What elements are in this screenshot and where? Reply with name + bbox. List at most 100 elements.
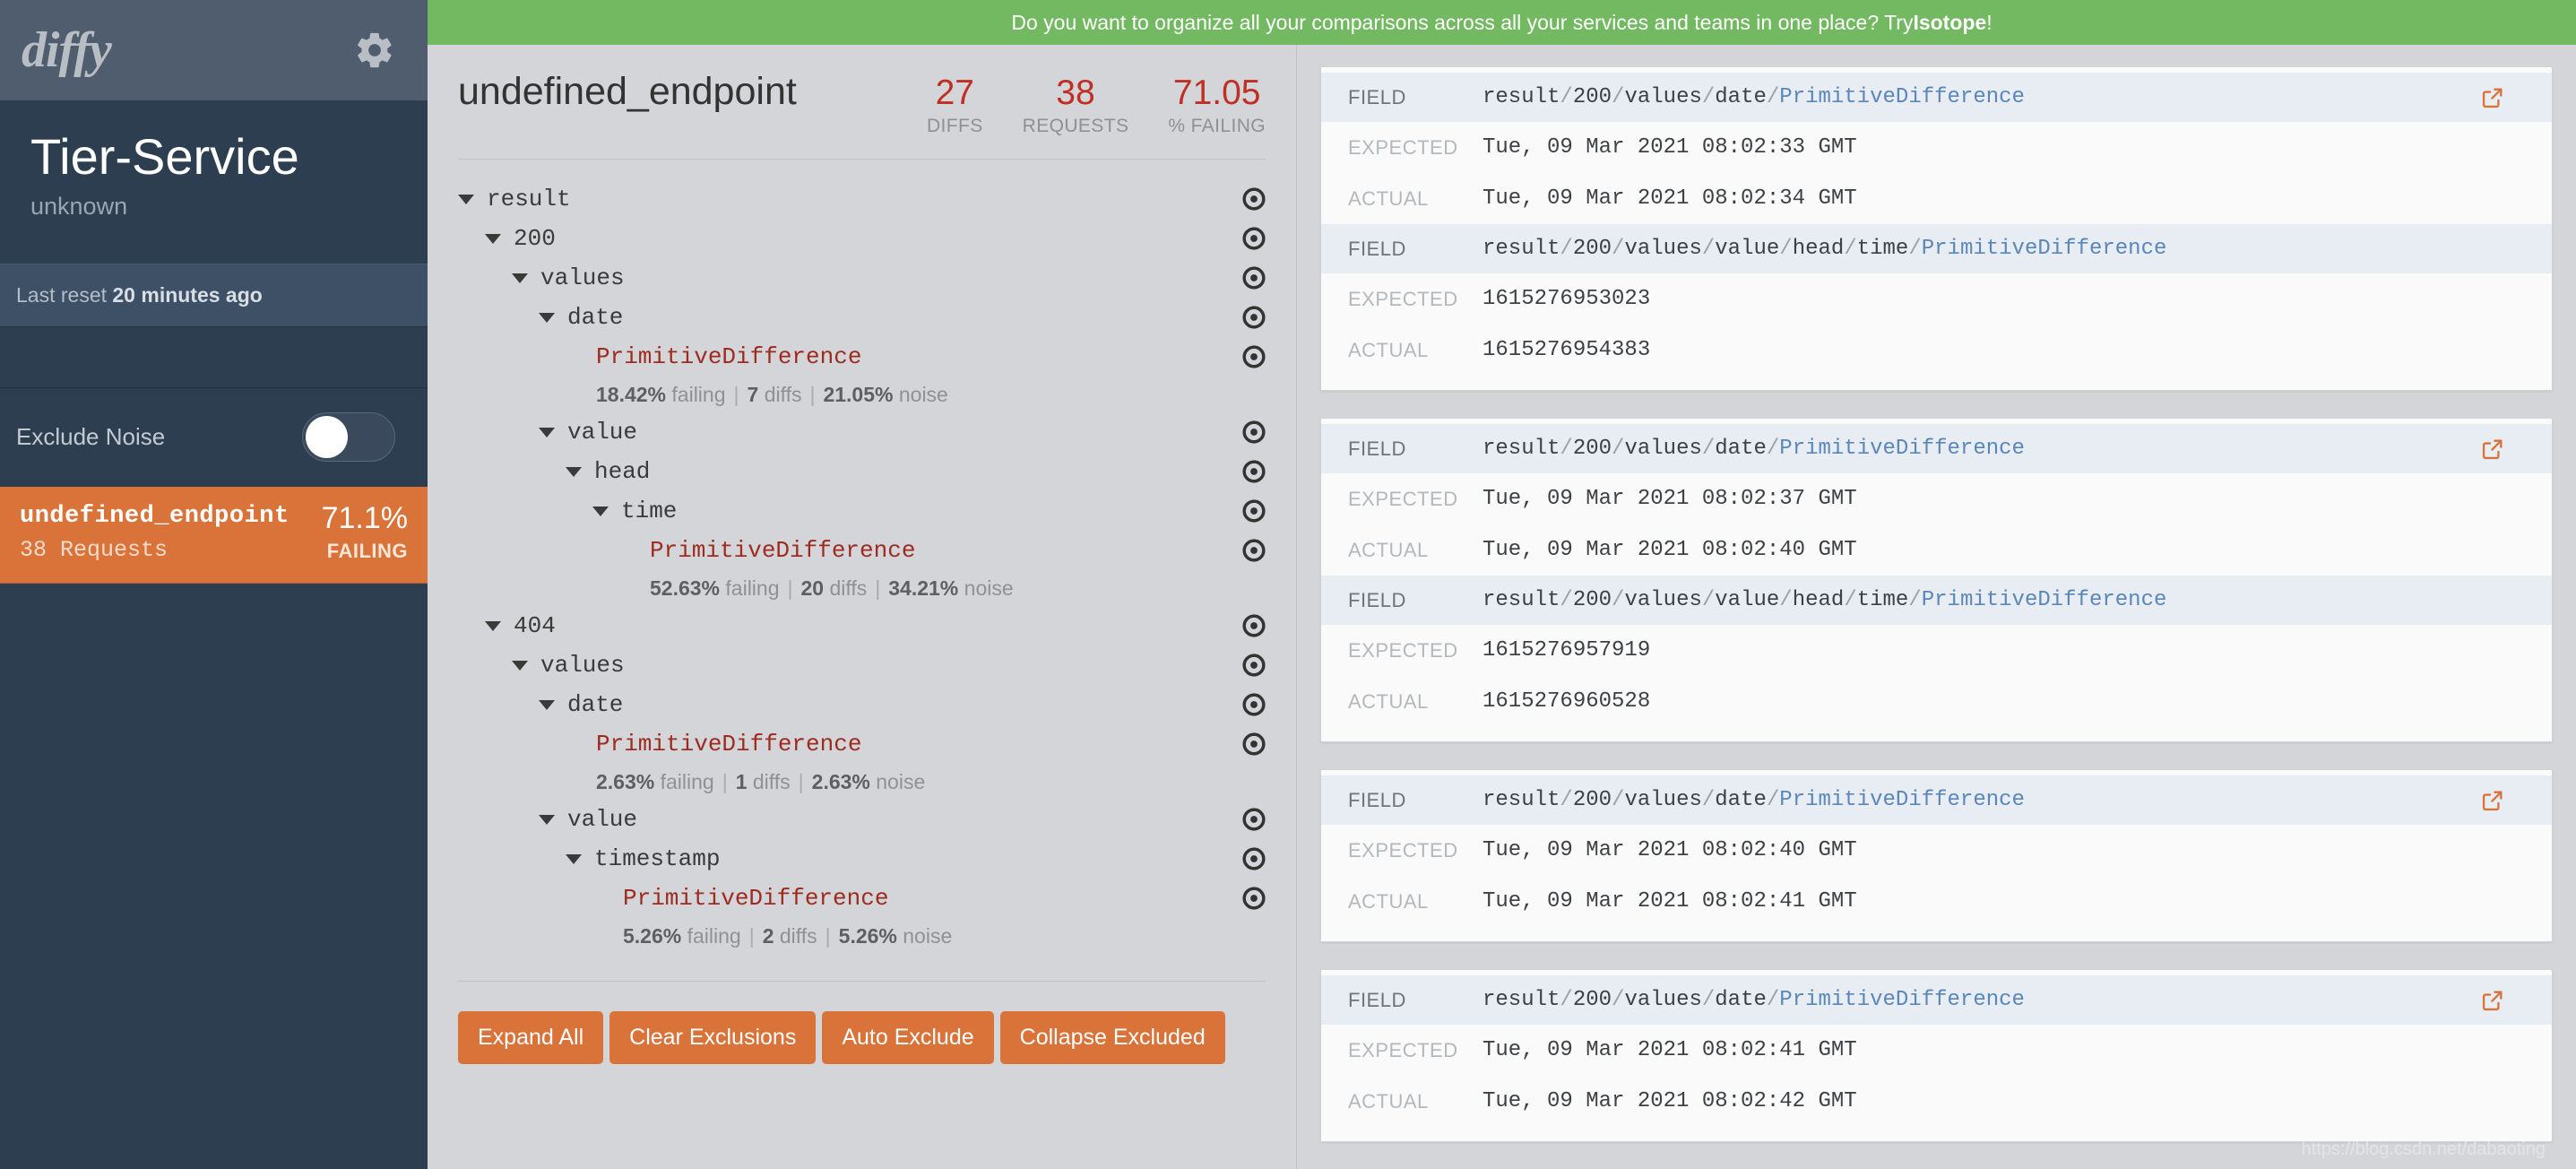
tree-node-row[interactable]: head [458,452,1266,491]
target-icon[interactable] [1242,887,1266,910]
expand-all-button[interactable]: Expand All [458,1011,604,1064]
tree-diff-row[interactable]: PrimitiveDifference [458,724,1266,764]
tree-node-label[interactable]: 200 [458,225,556,252]
tree-node-row[interactable]: values [458,645,1266,685]
tree-diff-row[interactable]: PrimitiveDifference [458,879,1266,918]
tree-node-row[interactable]: values [458,258,1266,298]
tree-node-label[interactable]: timestamp [458,845,720,872]
tree-diff-row[interactable]: PrimitiveDifference [458,337,1266,377]
target-icon[interactable] [1242,847,1266,870]
chevron-down-icon[interactable] [539,312,555,323]
diff-card[interactable]: FIELD result/200/values/date/PrimitiveDif… [1320,66,2553,391]
expected-label: EXPECTED [1348,838,1458,862]
path-separator: / [1560,988,1573,1012]
target-icon[interactable] [1242,654,1266,677]
actual-label: ACTUAL [1348,186,1429,210]
path-segment: date [1715,437,1767,461]
chevron-down-icon[interactable] [512,273,528,283]
service-block: Tier-Service unknown [0,100,428,264]
path-segment: values [1624,588,1702,612]
chevron-down-icon[interactable] [566,853,582,864]
tree-node-label[interactable]: 404 [458,612,556,639]
tree-node-text: result [487,186,571,212]
stat-failing-pct: 2.63% [596,769,655,793]
target-icon[interactable] [1242,732,1266,756]
promo-banner-text: Do you want to organize all your compari… [1011,10,1914,34]
exclude-noise-toggle[interactable] [302,412,395,463]
target-icon[interactable] [1242,227,1266,250]
diff-card[interactable]: FIELD result/200/values/date/PrimitiveDif… [1320,769,2553,942]
target-icon[interactable] [1242,187,1266,211]
stat-failing-word: failing [687,923,741,948]
chevron-down-icon[interactable] [458,194,474,204]
exclude-noise-row[interactable]: Exclude Noise [0,387,428,487]
tree-node-label[interactable]: result [458,186,571,212]
target-icon[interactable] [1242,306,1266,329]
tree-node-label[interactable]: PrimitiveDifference [458,537,915,564]
chevron-down-icon[interactable] [592,506,609,516]
target-icon[interactable] [1242,693,1266,716]
tree-node-label[interactable]: time [458,498,677,524]
target-icon[interactable] [1242,420,1266,444]
diff-actual-row: ACTUAL Tue, 09 Mar 2021 08:02:40 GMT [1321,524,2552,576]
tree-node-text: time [621,498,678,524]
tree-node-row[interactable]: 200 [458,219,1266,258]
gear-icon[interactable] [354,30,395,71]
endpoint-requests: 38 Requests [20,536,169,563]
tree-node-row[interactable]: date [458,298,1266,337]
chevron-down-icon[interactable] [566,466,582,477]
diff-card[interactable]: FIELD result/200/values/date/PrimitiveDif… [1320,418,2553,742]
tree-diff-row[interactable]: PrimitiveDifference [458,531,1266,570]
expected-label: EXPECTED [1348,487,1458,510]
tree-node-label[interactable]: values [458,264,625,291]
chevron-down-icon[interactable] [512,660,528,671]
field-path: result/200/values/date/PrimitiveDifferen… [1482,788,2025,812]
tree-node-label[interactable]: date [458,691,623,718]
tree-node-label[interactable]: date [458,304,623,331]
diff-card[interactable]: FIELD result/200/values/date/PrimitiveDif… [1320,969,2553,1142]
stat-noise-pct: 2.63% [811,769,870,793]
stats-group: 27 DIFFS 38 REQUESTS 71.05 % FAILING [927,75,1266,137]
endpoint-status: 71.1% FAILING [322,503,408,563]
chevron-down-icon[interactable] [539,699,555,710]
diff-cards-panel[interactable]: FIELD result/200/values/date/PrimitiveDif… [1297,45,2576,1169]
tree-node-label[interactable]: PrimitiveDifference [458,731,861,758]
field-label: FIELD [1348,85,1406,108]
auto-exclude-button[interactable]: Auto Exclude [822,1011,994,1064]
tree-node-row[interactable]: value [458,800,1266,839]
tree-node-label[interactable]: PrimitiveDifference [458,885,888,912]
tree-node-label[interactable]: PrimitiveDifference [458,343,861,370]
chevron-down-icon[interactable] [485,233,501,244]
tree-node-row[interactable]: value [458,412,1266,452]
chevron-down-icon[interactable] [485,620,501,631]
chevron-down-icon[interactable] [539,427,555,437]
promo-banner-link[interactable]: Isotope [1913,11,1986,35]
target-icon[interactable] [1242,808,1266,831]
chevron-down-icon[interactable] [539,814,555,825]
promo-banner[interactable]: Do you want to organize all your compari… [428,0,2576,45]
tree-node-row[interactable]: date [458,685,1266,724]
tree-node-label[interactable]: value [458,419,637,446]
tree-node-row[interactable]: timestamp [458,839,1266,879]
tree-node-label[interactable]: head [458,458,650,485]
path-separator: / [1779,588,1793,612]
diffy-logo[interactable]: diffy [22,22,112,79]
tree-node-row[interactable]: result [458,179,1266,219]
main-area: Do you want to organize all your compari… [428,0,2576,1169]
tree-node-label[interactable]: values [458,652,625,679]
collapse-excluded-button[interactable]: Collapse Excluded [999,1011,1225,1064]
sidebar-item-undefined-endpoint[interactable]: undefined_endpoint 38 Requests 71.1% FAI… [0,486,428,584]
sidebar-filler [0,583,428,1169]
target-icon[interactable] [1242,266,1266,290]
target-icon[interactable] [1242,614,1266,637]
target-icon[interactable] [1242,499,1266,523]
clear-exclusions-button[interactable]: Clear Exclusions [609,1011,817,1064]
target-icon[interactable] [1242,539,1266,562]
tree-node-row[interactable]: 404 [458,606,1266,645]
tree-node-row[interactable]: time [458,491,1266,531]
tree-node-label[interactable]: value [458,806,637,833]
target-icon[interactable] [1242,345,1266,368]
target-icon[interactable] [1242,460,1266,483]
endpoint-name: undefined_endpoint [20,502,290,530]
field-leaf: PrimitiveDifference [1921,588,2167,612]
